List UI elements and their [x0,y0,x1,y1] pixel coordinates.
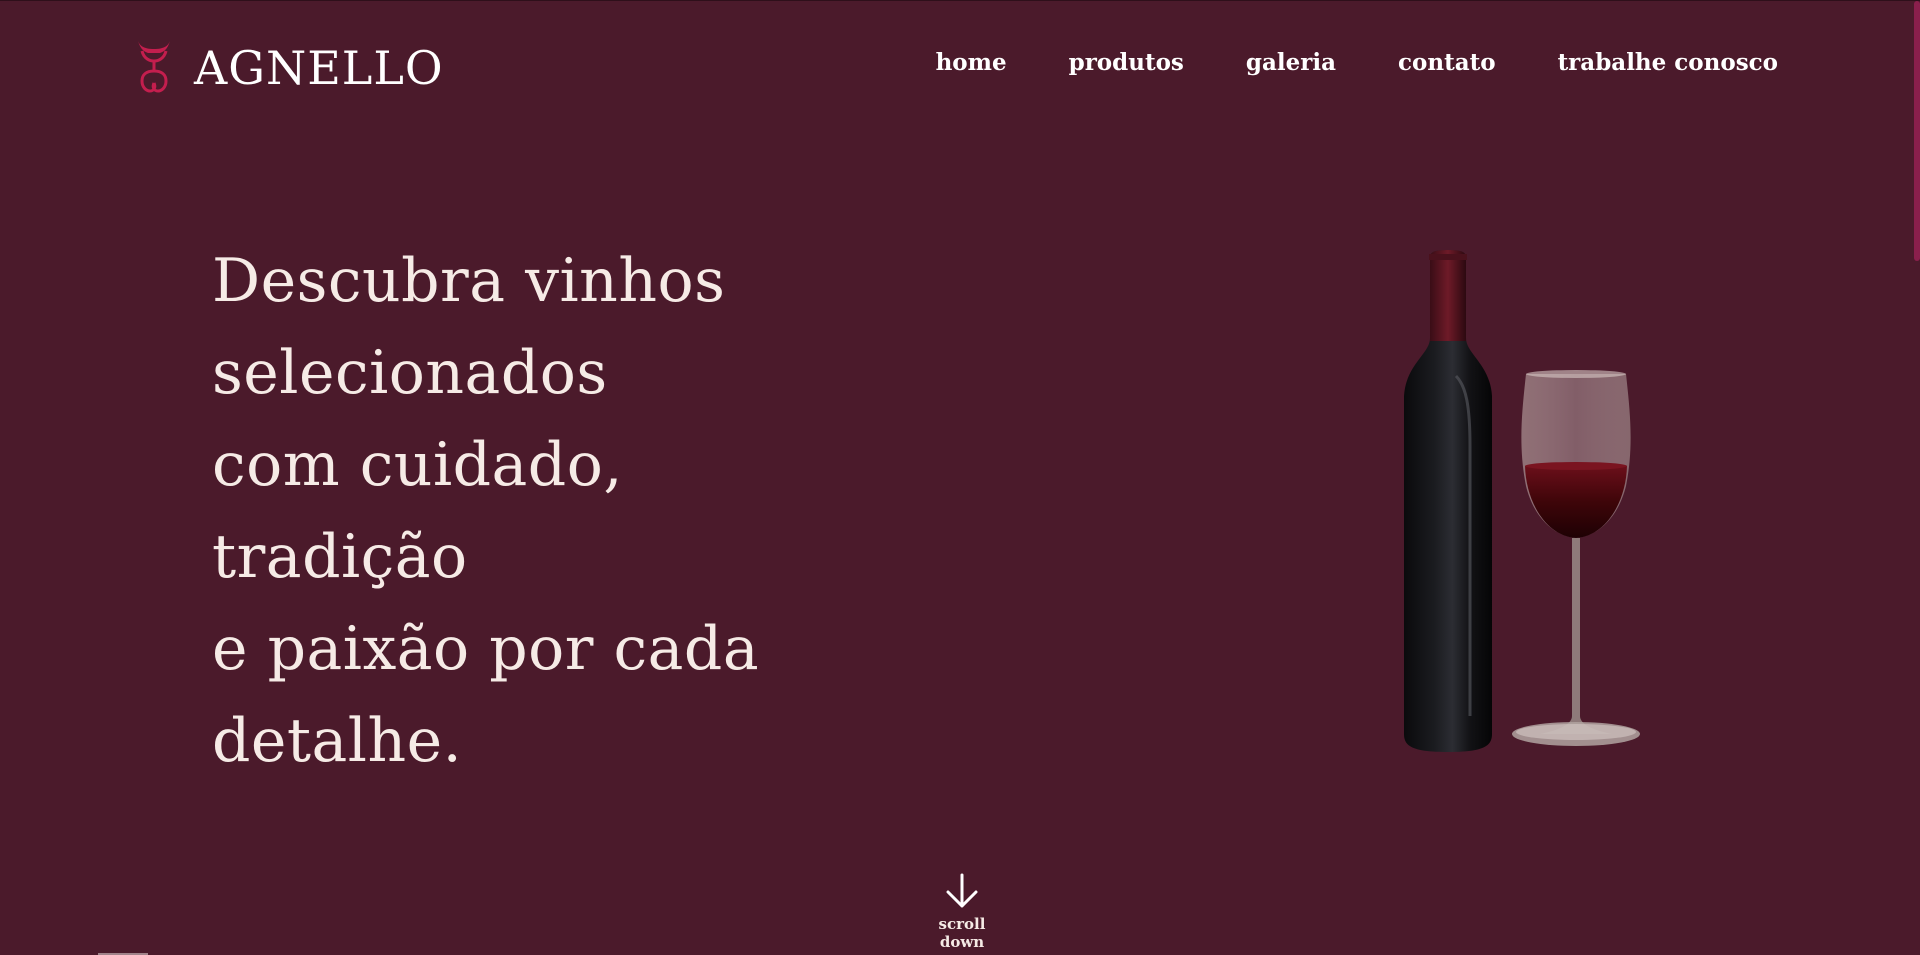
headline-line: e paixão por cada [212,614,760,684]
wine-bottle-and-glass-image [1404,250,1640,752]
nav-item-contato[interactable]: contato [1398,49,1496,77]
nav-item-produtos[interactable]: produtos [1069,49,1184,77]
headline-line: selecionados [212,338,608,408]
headline-line: detalhe. [212,706,463,776]
headline-line: tradição [212,522,468,592]
brand-name: AGNELLO [194,41,444,95]
headline-line: Descubra vinhos [212,246,726,316]
nav-item-galeria[interactable]: galeria [1246,49,1336,77]
grape-logo-icon [138,41,170,93]
nav-item-home[interactable]: home [936,49,1007,77]
headline-line: com cuidado, [212,430,623,500]
hero-headline: Descubra vinhos selecionados com cuidado… [212,235,759,787]
brand-logo[interactable]: AGNELLO [130,37,444,95]
main-nav: home produtos galeria contato trabalhe c… [936,49,1778,77]
page-scrollbar[interactable] [1914,1,1920,955]
nav-item-trabalhe-conosco[interactable]: trabalhe conosco [1558,49,1778,77]
scrollbar-thumb[interactable] [1914,1,1920,261]
scroll-down-label: scroll down [938,915,986,951]
page: AGNELLO home produtos galeria contato tr… [0,0,1920,955]
arrow-down-icon [946,873,978,908]
scroll-down-button[interactable]: scroll down [914,871,1010,951]
